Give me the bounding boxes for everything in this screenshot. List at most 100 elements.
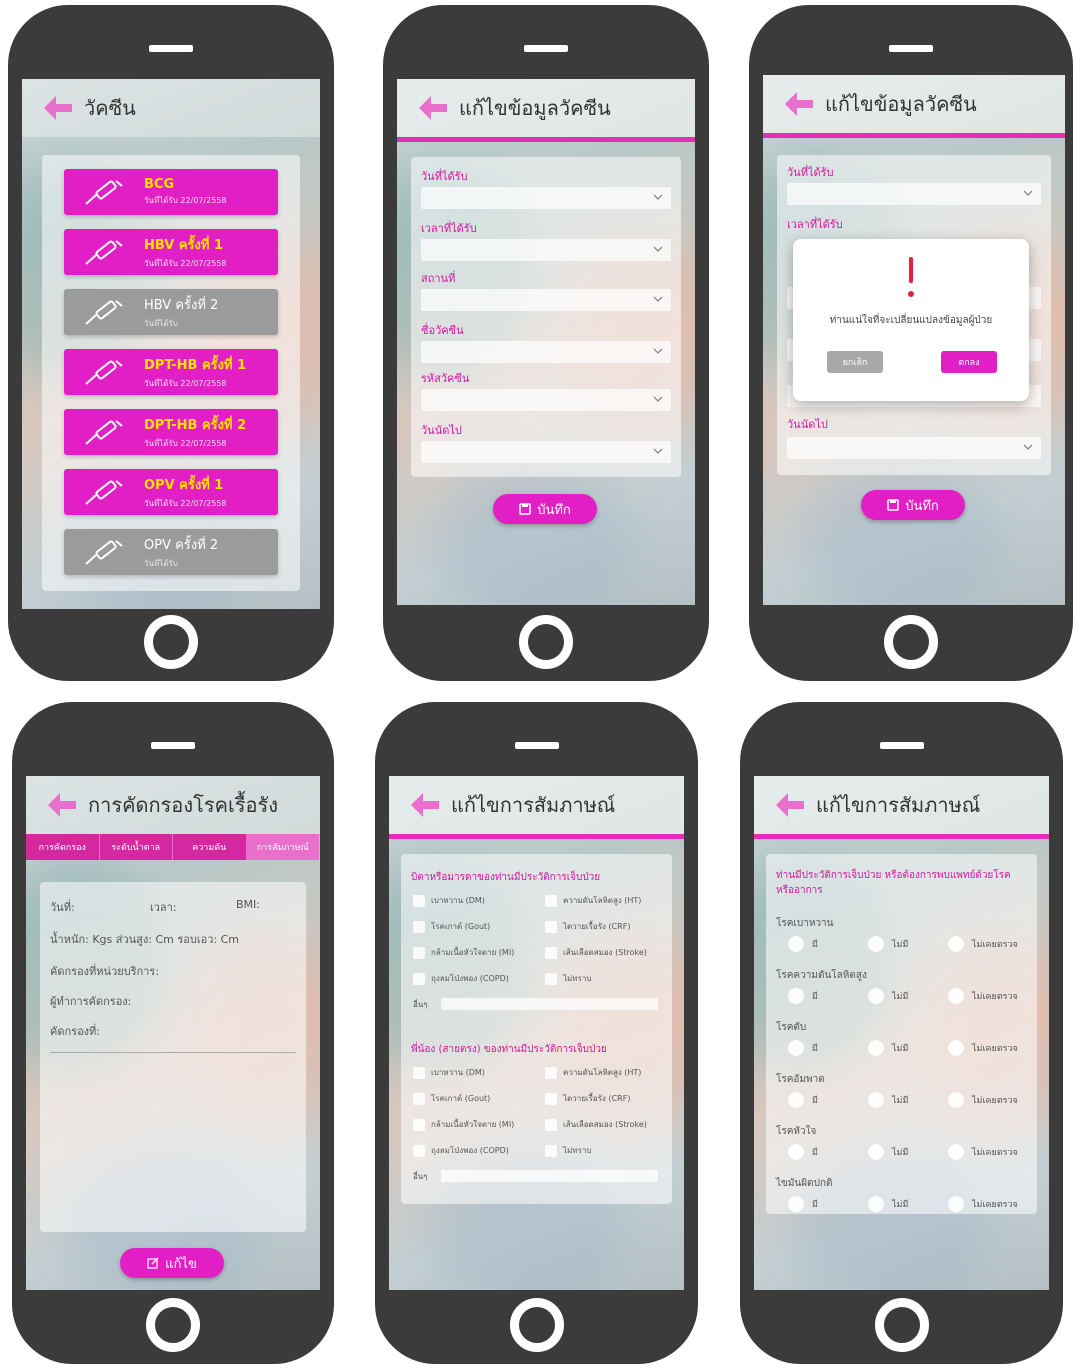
time-received-select[interactable] [421,239,671,261]
save-button[interactable]: บันทึก [493,494,597,524]
back-arrow-icon[interactable] [40,90,76,126]
radio-no[interactable]: ไม่มี [868,936,908,952]
radio[interactable] [868,1092,884,1108]
checkbox[interactable] [413,972,425,985]
date-received-select[interactable] [787,183,1041,205]
vaccine-item[interactable]: DPT-HB ครั้งที่ 2 วันที่ได้รับ 22/07/2558 [64,409,278,455]
radio-yes[interactable]: มี [788,988,818,1004]
back-arrow-icon[interactable] [772,787,808,823]
date-received-select[interactable] [421,187,671,209]
checkbox[interactable] [545,1118,557,1131]
radio[interactable] [868,1040,884,1056]
back-arrow-icon[interactable] [781,86,817,122]
checkbox[interactable] [545,946,557,959]
checkbox-item[interactable]: ไตวายเรื้อรัง (CRF) [545,920,630,933]
ok-button[interactable]: ตกลง [941,351,997,373]
vaccine-item[interactable]: OPV ครั้งที่ 2 วันที่ได้รับ [64,529,278,575]
place-select[interactable] [421,289,671,311]
home-button[interactable] [146,1298,200,1352]
checkbox[interactable] [413,1144,425,1157]
checkbox[interactable] [545,972,557,985]
radio[interactable] [788,988,804,1004]
checkbox[interactable] [413,1066,425,1079]
checkbox[interactable] [413,920,425,933]
other-input[interactable] [441,1170,658,1182]
edit-button[interactable]: แก้ไข [120,1248,224,1278]
checkbox[interactable] [545,920,557,933]
checkbox[interactable] [545,1144,557,1157]
checkbox[interactable] [545,1092,557,1105]
home-button[interactable] [144,615,198,669]
home-button[interactable] [519,615,573,669]
home-button[interactable] [884,615,938,669]
radio-no[interactable]: ไม่มี [868,1040,908,1056]
cancel-button[interactable]: ยกเลิก [827,351,883,373]
checkbox-item[interactable]: ไม่ทราบ [545,972,591,985]
home-button[interactable] [874,1298,929,1352]
checkbox-item[interactable]: กล้ามเนื้อหัวใจตาย (MI) [413,1118,514,1131]
checkbox-item[interactable]: ถุงลมโป่งพอง (COPD) [413,1144,509,1157]
tab-interview[interactable]: การสัมภาษณ์ [246,834,320,860]
checkbox-item[interactable]: ความดันโลหิตสูง (HT) [545,894,641,907]
checkbox[interactable] [413,1118,425,1131]
radio[interactable] [788,1040,804,1056]
checkbox[interactable] [413,894,425,907]
checkbox-item[interactable]: ความดันโลหิตสูง (HT) [545,1066,641,1079]
next-appointment-select[interactable] [421,441,671,463]
radio-yes[interactable]: มี [788,1144,818,1160]
checkbox-item[interactable]: ไตวายเรื้อรัง (CRF) [545,1092,630,1105]
radio[interactable] [948,1040,964,1056]
other-input[interactable] [441,998,658,1010]
radio-never-checked[interactable]: ไม่เคยตรวจ [948,1040,1018,1056]
checkbox-item[interactable]: เบาหวาน (DM) [413,1066,485,1079]
checkbox-item[interactable]: ถุงลมโป่งพอง (COPD) [413,972,509,985]
vaccine-item[interactable]: OPV ครั้งที่ 1 วันที่ได้รับ 22/07/2558 [64,469,278,515]
radio-never-checked[interactable]: ไม่เคยตรวจ [948,1092,1018,1108]
tab-screening[interactable]: การคัดกรอง [26,834,100,860]
checkbox-item[interactable]: โรคเกาต์ (Gout) [413,1092,490,1105]
radio[interactable] [948,1196,964,1212]
vaccine-item[interactable]: DPT-HB ครั้งที่ 1 วันที่ได้รับ 22/07/2558 [64,349,278,395]
radio[interactable] [868,988,884,1004]
radio[interactable] [948,936,964,952]
vaccine-item[interactable]: HBV ครั้งที่ 1 วันที่ได้รับ 22/07/2558 [64,229,278,275]
checkbox-item[interactable]: เส้นเลือดสมอง (Stroke) [545,946,647,959]
vaccine-item[interactable]: HBV ครั้งที่ 2 วันที่ได้รับ [64,289,278,335]
checkbox-item[interactable]: กล้ามเนื้อหัวใจตาย (MI) [413,946,514,959]
radio-never-checked[interactable]: ไม่เคยตรวจ [948,1144,1018,1160]
radio[interactable] [788,936,804,952]
radio[interactable] [788,1092,804,1108]
tab-blood-pressure[interactable]: ความดัน [173,834,247,860]
back-arrow-icon[interactable] [415,90,451,126]
back-arrow-icon[interactable] [44,787,80,823]
radio[interactable] [788,1144,804,1160]
radio-never-checked[interactable]: ไม่เคยตรวจ [948,936,1018,952]
radio[interactable] [948,1144,964,1160]
radio-no[interactable]: ไม่มี [868,988,908,1004]
radio[interactable] [948,988,964,1004]
tab-sugar-level[interactable]: ระดับน้ำตาล [100,834,173,860]
radio[interactable] [868,1196,884,1212]
radio-yes[interactable]: มี [788,1040,818,1056]
checkbox[interactable] [545,1066,557,1079]
radio-no[interactable]: ไม่มี [868,1196,908,1212]
radio-no[interactable]: ไม่มี [868,1092,908,1108]
save-button[interactable]: บันทึก [861,490,965,520]
checkbox-item[interactable]: ไม่ทราบ [545,1144,591,1157]
next-appointment-select[interactable] [787,437,1041,459]
vaccine-code-select[interactable] [421,389,671,411]
vaccine-name-select[interactable] [421,341,671,363]
checkbox-item[interactable]: เส้นเลือดสมอง (Stroke) [545,1118,647,1131]
radio-yes[interactable]: มี [788,1092,818,1108]
checkbox-item[interactable]: เบาหวาน (DM) [413,894,485,907]
radio-yes[interactable]: มี [788,936,818,952]
vaccine-item[interactable]: BCG วันที่ได้รับ 22/07/2558 [64,169,278,215]
radio-never-checked[interactable]: ไม่เคยตรวจ [948,988,1018,1004]
radio[interactable] [868,936,884,952]
checkbox[interactable] [413,1092,425,1105]
checkbox[interactable] [413,946,425,959]
radio[interactable] [868,1144,884,1160]
checkbox-item[interactable]: โรคเกาต์ (Gout) [413,920,490,933]
radio-no[interactable]: ไม่มี [868,1144,908,1160]
radio-yes[interactable]: มี [788,1196,818,1212]
